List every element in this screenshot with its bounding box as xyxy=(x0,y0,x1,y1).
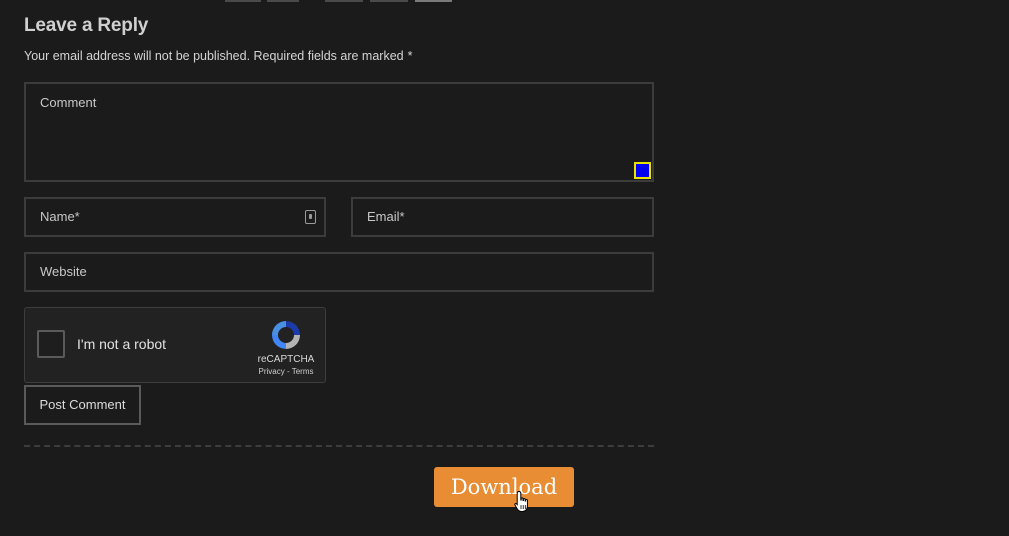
resize-handle-icon[interactable] xyxy=(634,162,651,179)
hand-pointer-cursor-icon xyxy=(514,490,528,512)
website-placeholder: Website xyxy=(40,264,87,279)
download-button[interactable]: Download xyxy=(434,467,574,507)
recaptcha-checkbox[interactable] xyxy=(37,330,65,358)
email-input[interactable]: Email* xyxy=(351,197,654,237)
pager-box[interactable] xyxy=(325,0,363,2)
email-notice: Your email address will not be published… xyxy=(24,49,412,63)
reply-heading: Leave a Reply xyxy=(24,15,149,36)
comment-textarea[interactable]: Comment xyxy=(24,82,654,182)
pager-box[interactable] xyxy=(370,0,408,2)
section-divider xyxy=(24,445,654,447)
recaptcha-widget: I'm not a robot reCAPTCHA Privacy - Term… xyxy=(24,307,326,383)
pager-box[interactable] xyxy=(225,0,261,2)
email-placeholder: Email* xyxy=(367,209,405,224)
website-input[interactable]: Website xyxy=(24,252,654,292)
recaptcha-legal-links[interactable]: Privacy - Terms xyxy=(251,367,321,376)
recaptcha-brand: reCAPTCHA xyxy=(257,354,315,365)
name-input[interactable]: Name* xyxy=(24,197,326,237)
required-mark: * xyxy=(407,49,413,63)
email-notice-text: Your email address will not be published… xyxy=(24,49,404,63)
comment-section: Leave a Reply Your email address will no… xyxy=(0,0,1009,536)
name-placeholder: Name* xyxy=(40,209,80,224)
post-comment-button[interactable]: Post Comment xyxy=(24,385,141,425)
pager-box[interactable] xyxy=(267,0,299,2)
pager-box[interactable] xyxy=(415,0,452,2)
comment-placeholder: Comment xyxy=(40,95,97,110)
recaptcha-logo-icon xyxy=(272,321,300,349)
recaptcha-label: I'm not a robot xyxy=(77,336,167,352)
contact-card-icon[interactable] xyxy=(305,210,316,224)
